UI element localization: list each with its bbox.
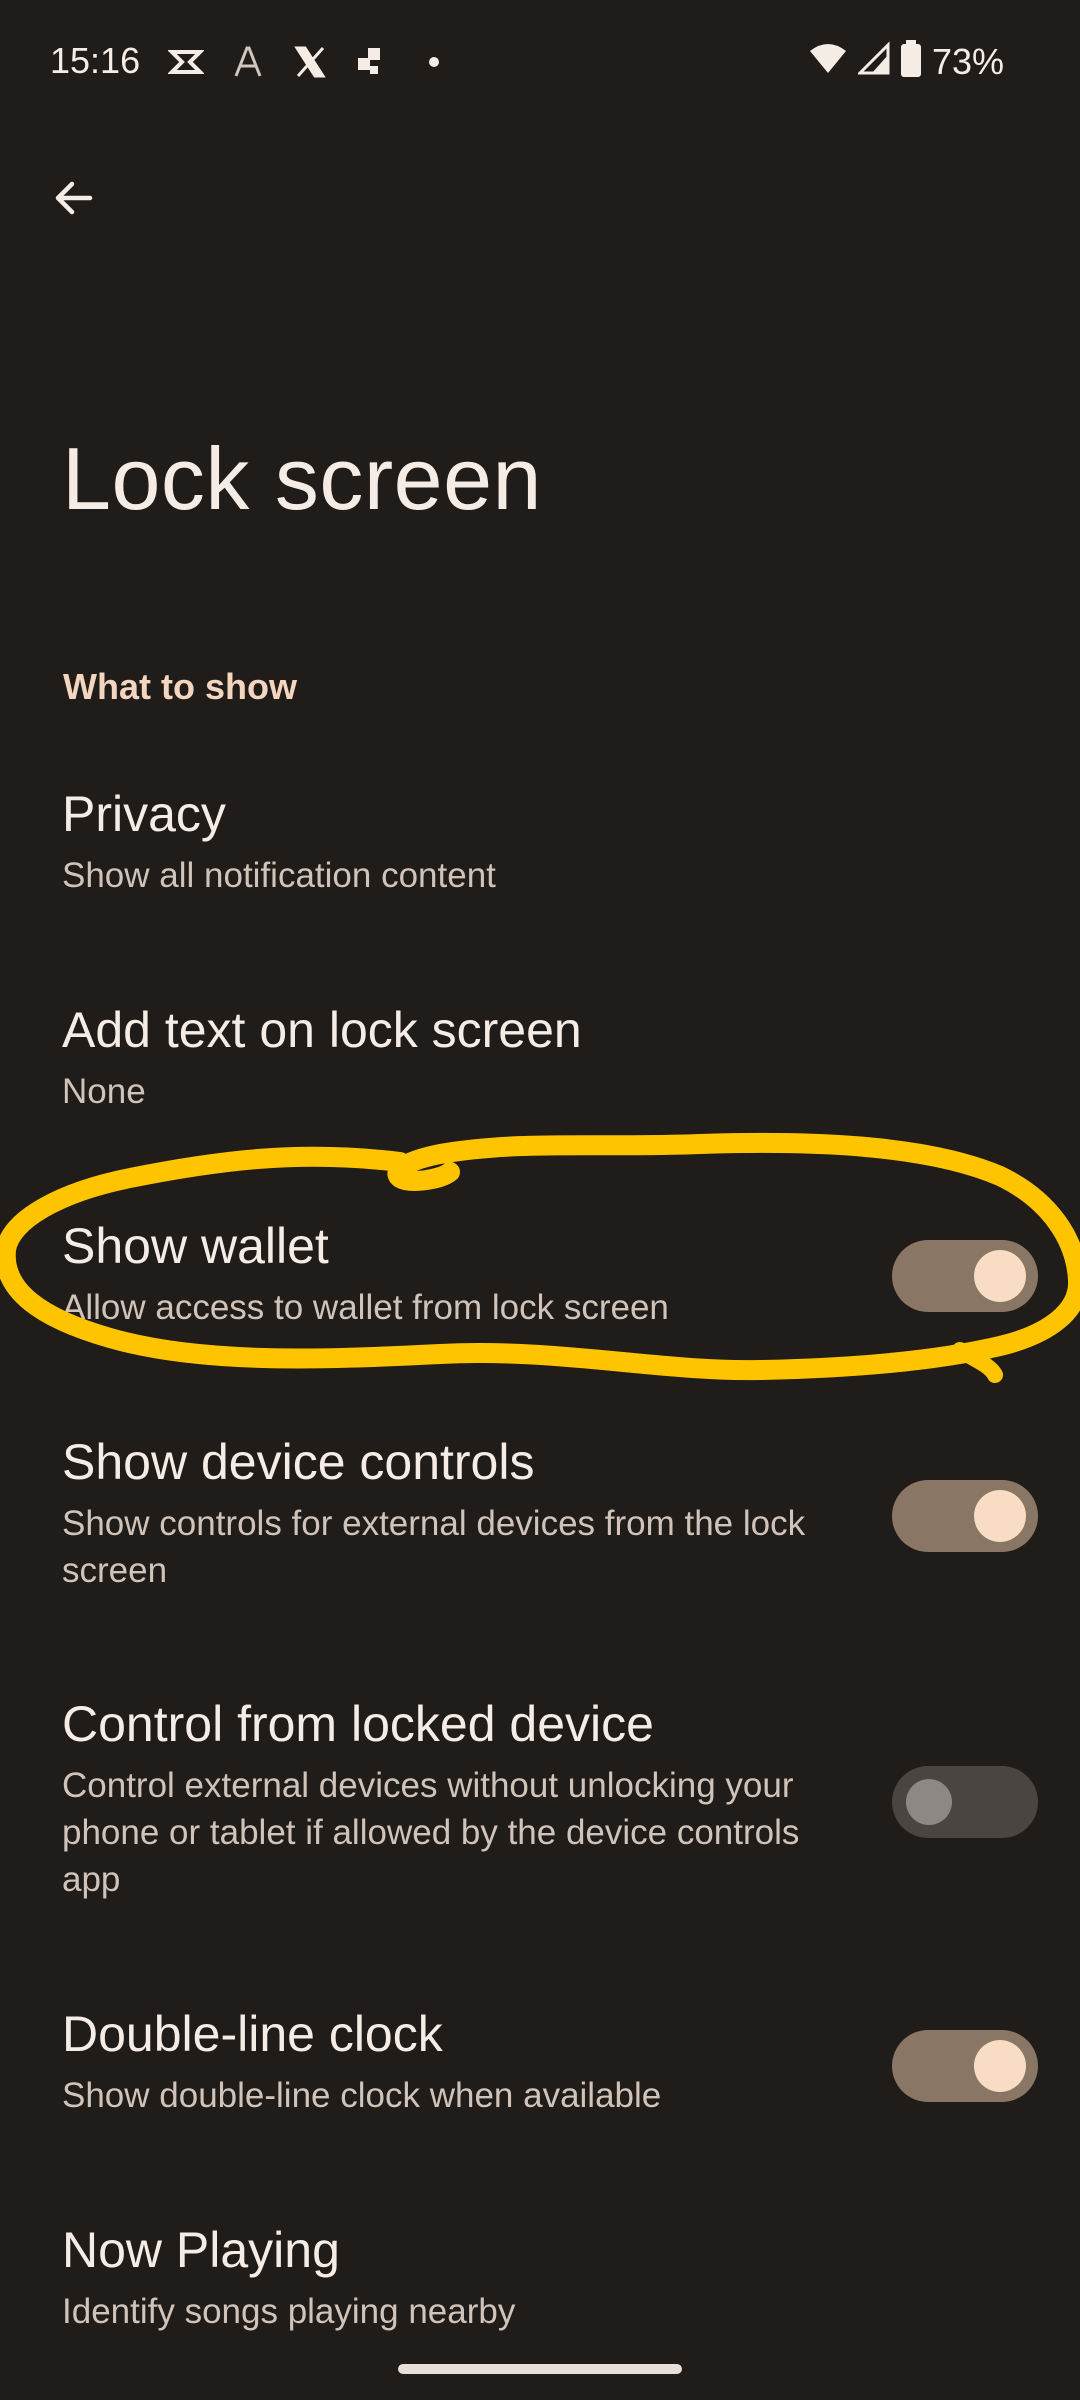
font-icon <box>230 44 266 85</box>
pref-title: Control from locked device <box>62 1696 654 1752</box>
switch-thumb <box>974 2040 1026 2092</box>
capcut-icon <box>167 44 205 85</box>
notification-icons <box>167 44 452 85</box>
pref-summary: Control external devices without unlocki… <box>62 1766 800 1899</box>
pref-summary: Identify songs playing nearby <box>62 2292 516 2331</box>
back-button[interactable] <box>44 170 104 230</box>
pref-summary: None <box>62 1072 146 1111</box>
switch-thumb <box>906 1779 952 1825</box>
double-line-clock-switch[interactable] <box>892 2030 1038 2102</box>
pref-title: Privacy <box>62 786 226 842</box>
battery-icon <box>900 40 922 83</box>
pref-summary: Show double-line clock when available <box>62 2076 662 2115</box>
pref-title: Add text on lock screen <box>62 1002 582 1058</box>
pref-title: Now Playing <box>62 2222 340 2278</box>
battery-percent: 73% <box>931 40 1004 82</box>
show-wallet-switch[interactable] <box>892 1240 1038 1312</box>
status-time: 15:16 <box>50 40 141 81</box>
pref-summary: Show controls for external devices from … <box>62 1504 806 1590</box>
show-device-controls-switch[interactable] <box>892 1480 1038 1552</box>
x-icon <box>292 44 328 85</box>
pref-summary: Allow access to wallet from lock screen <box>62 1288 669 1327</box>
signal-icon <box>856 41 890 82</box>
pref-summary: Show all notification content <box>62 856 496 895</box>
wifi-icon <box>808 41 848 82</box>
section-header: What to show <box>63 666 297 707</box>
control-locked-device-switch[interactable] <box>892 1766 1038 1838</box>
switch-thumb <box>974 1250 1026 1302</box>
status-right: 73% <box>808 40 1004 83</box>
pref-add-text[interactable]: Add text on lock screen None <box>62 1000 1062 1115</box>
app-icon <box>354 44 390 85</box>
gesture-nav-handle[interactable] <box>398 2364 682 2374</box>
status-bar: 15:16 73% <box>0 0 1080 128</box>
switch-thumb <box>974 1490 1026 1542</box>
dot-icon <box>416 44 452 85</box>
page-title: Lock screen <box>62 429 542 528</box>
arrow-back-icon <box>50 174 98 227</box>
pref-privacy[interactable]: Privacy Show all notification content <box>62 784 1062 899</box>
pref-now-playing[interactable]: Now Playing Identify songs playing nearb… <box>62 2220 1062 2335</box>
